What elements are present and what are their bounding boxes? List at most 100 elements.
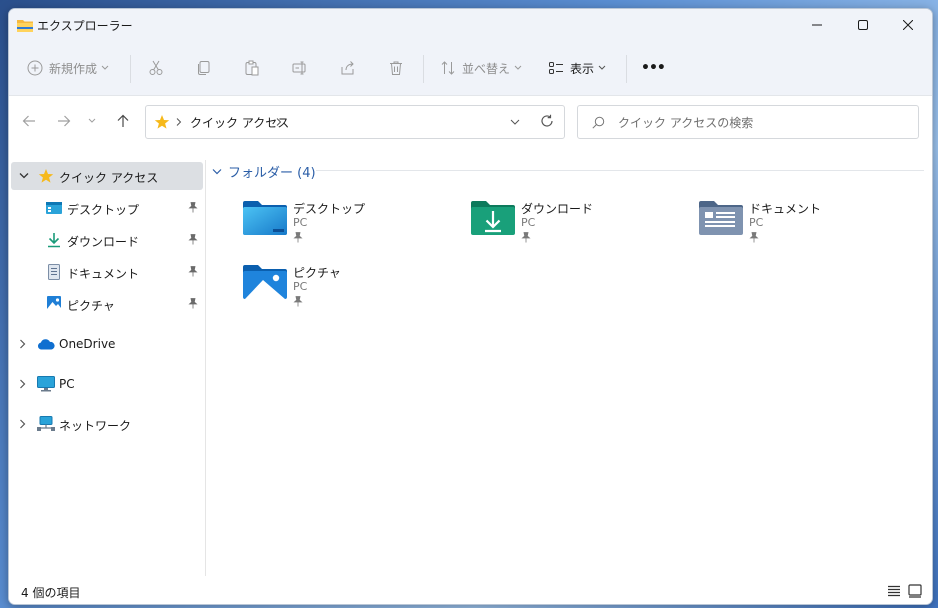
breadcrumb-location[interactable]: クイック アクセス xyxy=(190,114,289,131)
sidebar-item-label: ネットワーク xyxy=(59,419,132,433)
folder-name: デスクトップ xyxy=(293,202,366,216)
sidebar-item-label: デスクトップ xyxy=(67,203,140,217)
pin-icon xyxy=(521,232,531,243)
sidebar-item-pictures[interactable]: ピクチャ xyxy=(9,290,203,318)
large-icons-view-icon[interactable] xyxy=(908,584,922,598)
title-bar[interactable]: エクスプローラー xyxy=(9,9,932,41)
onedrive-icon xyxy=(37,339,55,350)
sidebar-item-label: ダウンロード xyxy=(67,235,140,249)
close-icon xyxy=(903,20,913,30)
sidebar-item-documents[interactable]: ドキュメント xyxy=(9,258,203,286)
chevron-down-icon[interactable] xyxy=(19,172,29,180)
desktop-folder-icon xyxy=(243,201,287,235)
recent-locations-button[interactable] xyxy=(81,107,103,135)
folder-tile-downloads[interactable]: ダウンロード PC xyxy=(471,198,691,254)
chevron-right-icon[interactable] xyxy=(19,379,26,389)
more-icon: ••• xyxy=(641,60,666,76)
pin-icon[interactable] xyxy=(188,234,198,245)
new-button-label: 新規作成 xyxy=(49,61,98,76)
toolbar-separator xyxy=(423,55,424,83)
navigation-bar: クイック アクセス クイック アクセスの検索 xyxy=(9,96,932,146)
more-options-button[interactable]: ••• xyxy=(641,41,666,95)
folder-location: PC xyxy=(749,216,764,229)
chevron-right-icon xyxy=(276,118,282,126)
search-box[interactable]: クイック アクセスの検索 xyxy=(577,105,919,139)
minimize-button[interactable] xyxy=(794,9,840,41)
sidebar-item-onedrive[interactable]: OneDrive xyxy=(9,330,203,358)
pin-icon xyxy=(293,296,303,307)
pin-icon[interactable] xyxy=(188,298,198,309)
view-button[interactable]: 表示 xyxy=(548,41,606,95)
up-button[interactable] xyxy=(109,107,137,135)
view-icon xyxy=(549,62,563,74)
folder-location: PC xyxy=(293,280,308,293)
copy-button[interactable] xyxy=(196,41,212,95)
search-icon xyxy=(592,116,605,129)
sort-button-label: 並べ替え xyxy=(462,61,511,76)
pc-icon xyxy=(37,376,55,392)
chevron-down-icon xyxy=(514,65,522,70)
file-list: フォルダー (4) デスクトップ PC ダウンロード PC ドキュメント PC … xyxy=(206,160,932,580)
delete-button[interactable] xyxy=(388,41,404,95)
address-bar[interactable]: クイック アクセス xyxy=(145,105,565,139)
folder-name: ドキュメント xyxy=(749,202,822,216)
star-icon xyxy=(38,169,54,183)
paste-button[interactable] xyxy=(244,41,260,95)
toolbar-separator xyxy=(626,55,627,83)
sort-icon xyxy=(441,61,455,75)
folder-tile-desktop[interactable]: デスクトップ PC xyxy=(243,198,463,254)
rename-icon xyxy=(292,61,306,75)
details-view-icon[interactable] xyxy=(887,584,901,598)
back-button[interactable] xyxy=(15,107,43,135)
cut-button[interactable] xyxy=(148,41,164,95)
folder-tile-documents[interactable]: ドキュメント PC xyxy=(699,198,919,254)
sidebar-item-label: PC xyxy=(59,377,75,391)
window-title: エクスプローラー xyxy=(37,19,133,33)
command-bar: 新規作成 並べ替え 表示 ••• xyxy=(9,41,932,96)
document-icon xyxy=(48,264,60,280)
sidebar-item-quick-access[interactable]: クイック アクセス xyxy=(11,162,203,190)
group-header-folders[interactable]: フォルダー (4) xyxy=(212,162,316,181)
rename-button[interactable] xyxy=(292,41,308,95)
item-count: 4 個の項目 xyxy=(21,586,81,600)
new-button[interactable]: 新規作成 xyxy=(27,41,109,95)
star-icon xyxy=(154,115,170,129)
download-folder-icon xyxy=(471,201,515,235)
plus-circle-icon xyxy=(27,60,43,76)
pictures-folder-icon xyxy=(243,265,287,299)
sort-button[interactable]: 並べ替え xyxy=(440,41,522,95)
explorer-window: エクスプローラー 新規作成 並べ替え 表示 ••• クイック アクセス クイック… xyxy=(8,8,933,605)
sidebar-item-label: ドキュメント xyxy=(67,267,140,281)
folder-name: ダウンロード xyxy=(521,202,594,216)
arrow-left-icon xyxy=(22,115,35,127)
close-button[interactable] xyxy=(885,9,931,41)
document-folder-icon xyxy=(699,201,743,235)
download-icon xyxy=(48,233,60,248)
chevron-right-icon[interactable] xyxy=(19,339,26,349)
paste-icon xyxy=(245,60,259,76)
toolbar-separator xyxy=(130,55,131,83)
navigation-pane: クイック アクセス デスクトップ ダウンロード ドキュメント ピクチャ OneD… xyxy=(9,160,205,580)
chevron-right-icon[interactable] xyxy=(19,419,26,429)
view-button-label: 表示 xyxy=(570,61,595,76)
chevron-down-icon[interactable] xyxy=(510,119,520,125)
sidebar-item-desktop[interactable]: デスクトップ xyxy=(9,194,203,222)
group-title: フォルダー (4) xyxy=(228,166,316,181)
minimize-icon xyxy=(812,24,822,26)
share-icon xyxy=(341,61,354,75)
desktop-icon xyxy=(46,202,62,214)
trash-icon xyxy=(390,61,402,75)
arrow-up-icon xyxy=(117,114,129,127)
sidebar-item-label: ピクチャ xyxy=(67,299,115,313)
pin-icon[interactable] xyxy=(188,202,198,213)
sidebar-item-pc[interactable]: PC xyxy=(9,370,203,398)
maximize-icon xyxy=(858,20,868,30)
sidebar-item-downloads[interactable]: ダウンロード xyxy=(9,226,203,254)
sidebar-item-network[interactable]: ネットワーク xyxy=(9,410,203,438)
refresh-icon[interactable] xyxy=(540,114,554,128)
folder-tile-pictures[interactable]: ピクチャ PC xyxy=(243,262,463,318)
forward-button[interactable] xyxy=(50,107,78,135)
share-button[interactable] xyxy=(340,41,356,95)
pin-icon[interactable] xyxy=(188,266,198,277)
maximize-button[interactable] xyxy=(840,9,886,41)
